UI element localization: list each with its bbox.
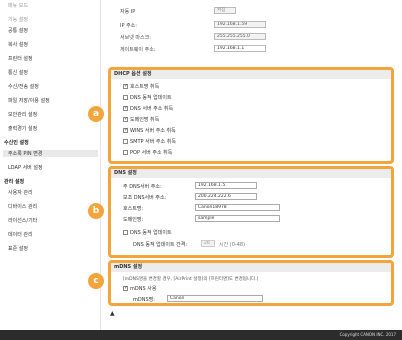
dhcp-option-checkbox[interactable]: ✓ bbox=[123, 117, 128, 122]
callout-b: b bbox=[88, 203, 104, 219]
gateway-label: 게이트웨이 주소: bbox=[120, 47, 156, 53]
sidebar-item[interactable]: 데이터 관리 bbox=[8, 231, 33, 238]
sidebar-item[interactable]: 라이선스/기타 bbox=[8, 217, 37, 224]
dns-section-title: DNS 설정 bbox=[111, 169, 391, 178]
subnet-mask-field[interactable]: 255.255.255.0 bbox=[214, 33, 266, 40]
sidebar-item[interactable]: 주소록 PIN 변경 bbox=[3, 150, 98, 157]
dns-settings-section: DNS 설정 주 DNS서버 주소: 192.168.1.5 보조 DNS서버 … bbox=[108, 166, 394, 258]
subnet-mask-label: 서브넷 마스크: bbox=[120, 35, 151, 41]
dhcp-option-row[interactable]: ✓ 도메인명 취득 bbox=[123, 116, 159, 123]
sidebar-item[interactable]: 복사 설정 bbox=[8, 41, 28, 48]
sidebar-item[interactable]: 수신/전송 설정 bbox=[8, 83, 39, 90]
dhcp-option-checkbox[interactable]: ✓ bbox=[123, 106, 128, 111]
mdns-use-checkbox[interactable]: ✓ bbox=[123, 286, 128, 291]
ip-address-field[interactable]: 192.168.1.59 bbox=[214, 21, 266, 28]
mdns-name-label: mDNS명: bbox=[133, 297, 155, 303]
dhcp-option-label: 호스트명 취득 bbox=[130, 84, 160, 90]
ip-address-label: IP 주소: bbox=[120, 23, 137, 29]
dns-interval-unit: 시간 (0-48) bbox=[219, 242, 246, 248]
gateway-field[interactable]: 192.168.1.1 bbox=[214, 45, 266, 52]
dhcp-option-label: 도메인명 취득 bbox=[130, 117, 160, 123]
domain-name-row: 도메인명: sample bbox=[123, 215, 393, 223]
dhcp-option-row[interactable]: POP 서버 주소 취득 bbox=[123, 149, 172, 156]
mdns-name-row: mDNS명: Canon bbox=[133, 295, 393, 303]
dhcp-option-row[interactable]: ✓ DNS 서버 주소 취득 bbox=[123, 105, 173, 112]
dhcp-option-label: POP 서버 주소 취득 bbox=[130, 150, 173, 156]
dns-interval-label: DNS 동적 업데이트 간격: bbox=[133, 242, 188, 248]
dns-dynamic-update-label: DNS 동적 업데이트 bbox=[130, 230, 172, 236]
dhcp-option-row[interactable]: ✓ 호스트명 취득 bbox=[123, 83, 159, 90]
dhcp-option-checkbox[interactable] bbox=[123, 139, 128, 144]
primary-dns-input[interactable]: 192.168.1.5 bbox=[195, 182, 257, 189]
sidebar-item: 기능 설정 bbox=[8, 17, 28, 23]
sidebar-item[interactable]: 통신 설정 bbox=[8, 69, 28, 76]
sidebar: 매뉴 모드기능 설정공통 설정복사 설정프린터 설정통신 설정수신/전송 설정파… bbox=[0, 0, 101, 330]
dhcp-option-checkbox[interactable]: ✓ bbox=[123, 128, 128, 133]
sidebar-item[interactable]: 디바이스 관리 bbox=[8, 203, 37, 210]
dns-interval-input[interactable]: 26 bbox=[201, 240, 215, 247]
host-name-input[interactable]: Canon18978 bbox=[195, 204, 280, 211]
primary-dns-label: 주 DNS서버 주소: bbox=[123, 184, 162, 190]
mdns-use-row[interactable]: ✓ mDNS 사용 bbox=[123, 285, 156, 292]
host-name-label: 호스트명: bbox=[123, 206, 144, 212]
scroll-top-icon[interactable]: ▲ bbox=[110, 310, 115, 317]
sidebar-item[interactable]: 공통 설정 bbox=[8, 27, 28, 34]
dhcp-option-label: WINS 서버 주소 취득 bbox=[130, 128, 176, 134]
sidebar-item[interactable]: 표준 설정 bbox=[8, 245, 28, 252]
sidebar-item[interactable]: 파일 저장/이용 설정 bbox=[8, 97, 50, 104]
secondary-dns-label: 보조 DNS서버 주소: bbox=[123, 195, 167, 201]
sidebar-item: 관리 설정 bbox=[4, 179, 25, 185]
dhcp-option-label: SMTP 서버 주소 취득 bbox=[130, 139, 176, 145]
mdns-note: [mDNS명을 변경할 경우, [AirPrint 설정]의 [프린터명]도 변… bbox=[123, 277, 259, 282]
dhcp-option-label: DNS 동적 업데이트 bbox=[130, 95, 172, 101]
dhcp-option-row[interactable]: ✓ WINS 서버 주소 취득 bbox=[123, 127, 176, 134]
dhcp-option-label: DNS 서버 주소 취득 bbox=[130, 106, 174, 112]
mdns-section-title: mDNS 설정 bbox=[111, 263, 391, 272]
mdns-settings-section: mDNS 설정 [mDNS명을 변경할 경우, [AirPrint 설정]의 [… bbox=[108, 260, 394, 306]
sidebar-item: 매뉴 모드 bbox=[8, 3, 28, 9]
sidebar-item[interactable]: 보안관리 설정 bbox=[8, 111, 37, 118]
dns-dynamic-update-row[interactable]: DNS 동적 업데이트 bbox=[123, 229, 172, 236]
secondary-dns-row: 보조 DNS서버 주소: 200.224.222.6 bbox=[123, 193, 393, 201]
dhcp-section-title: DHCP 옵션 설정 bbox=[111, 70, 391, 79]
sidebar-item[interactable]: 프린터 설정 bbox=[8, 55, 33, 62]
host-name-row: 호스트명: Canon18978 bbox=[123, 204, 393, 212]
sidebar-item[interactable]: 출력경기 설정 bbox=[8, 125, 37, 132]
sidebar-item: 수신인 설정 bbox=[4, 140, 29, 146]
sidebar-item[interactable]: 사용자 관리 bbox=[8, 189, 33, 196]
domain-name-label: 도메인명: bbox=[123, 217, 144, 223]
mdns-name-input[interactable]: Canon bbox=[167, 295, 263, 302]
dhcp-option-checkbox[interactable] bbox=[123, 150, 128, 155]
dns-interval-row: DNS 동적 업데이트 간격: 26 시간 (0-48) bbox=[133, 240, 393, 248]
footer: Copyright CANON INC. 2017 bbox=[0, 330, 402, 340]
auto-ip-label: 자동 IP bbox=[120, 9, 136, 15]
dhcp-option-checkbox[interactable]: ✓ bbox=[123, 84, 128, 89]
callout-a: a bbox=[88, 106, 104, 122]
callout-c: c bbox=[88, 273, 104, 289]
dhcp-option-checkbox[interactable] bbox=[123, 95, 128, 100]
dhcp-option-row[interactable]: SMTP 서버 주소 취득 bbox=[123, 138, 176, 145]
auto-ip-select[interactable]: 켜짐 bbox=[214, 7, 236, 14]
mdns-use-label: mDNS 사용 bbox=[130, 286, 157, 292]
sidebar-item[interactable]: LDAP 서버 설정 bbox=[8, 164, 43, 171]
dhcp-option-row[interactable]: DNS 동적 업데이트 bbox=[123, 94, 172, 101]
primary-dns-row: 주 DNS서버 주소: 192.168.1.5 bbox=[123, 182, 393, 190]
dns-dynamic-update-checkbox[interactable] bbox=[123, 230, 128, 235]
dhcp-options-section: DHCP 옵션 설정 ✓ 호스트명 취득 DNS 동적 업데이트 ✓ DNS 서버 주소… bbox=[108, 67, 394, 164]
domain-name-input[interactable]: sample bbox=[195, 215, 280, 222]
secondary-dns-input[interactable]: 200.224.222.6 bbox=[195, 193, 257, 200]
main-content: 자동 IP 켜짐 IP 주소: 192.168.1.59 서브넷 마스크: 25… bbox=[102, 0, 402, 330]
